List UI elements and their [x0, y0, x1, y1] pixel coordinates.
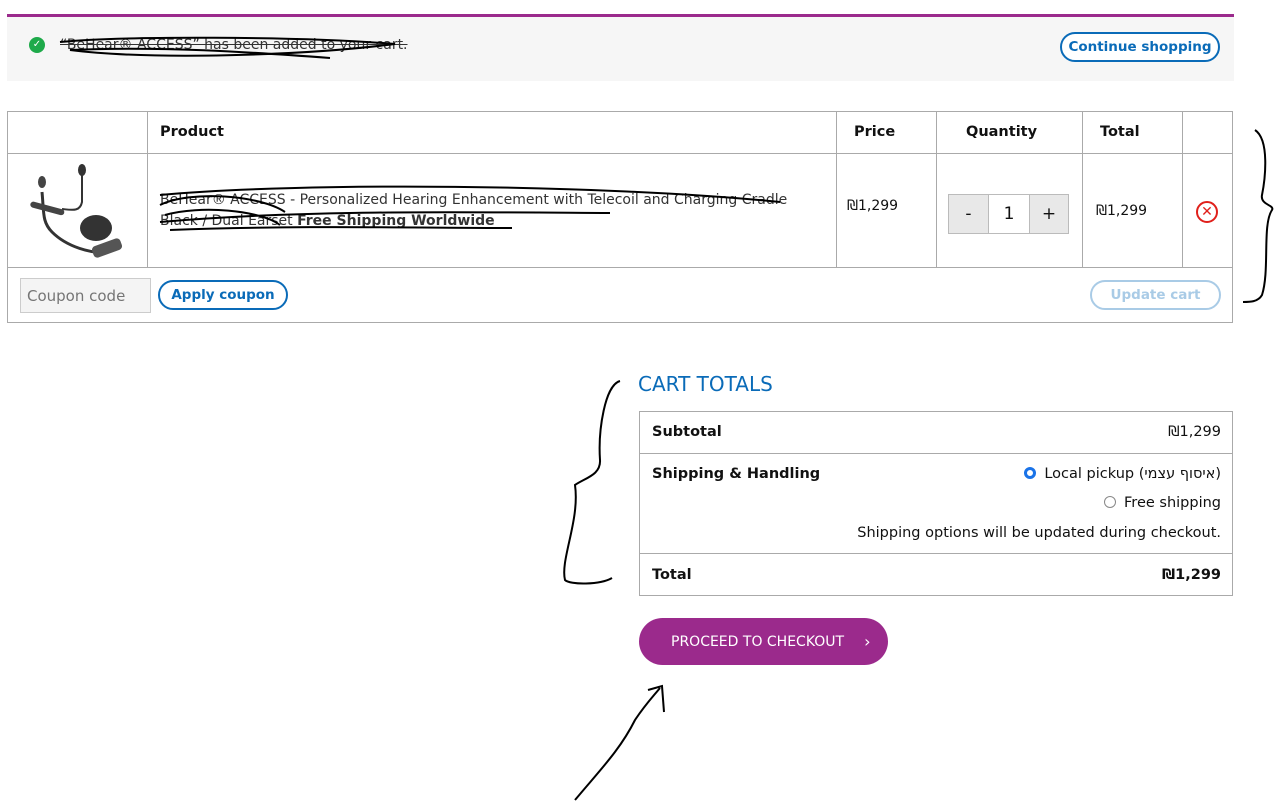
product-title: BeHear® ACCESS - Personalized Hearing En… [160, 192, 788, 208]
check-circle-icon: ✓ [29, 37, 45, 53]
subtotal-label: Subtotal [652, 424, 722, 440]
product-variant: Black / Dual Earset [160, 213, 293, 229]
quantity-stepper[interactable]: - 1 + [948, 194, 1069, 234]
increment-button[interactable]: + [1029, 195, 1068, 233]
shipping-option-free[interactable]: Free shipping [1104, 495, 1221, 511]
shipping-label: Shipping & Handling [652, 466, 821, 482]
item-total: ₪1,299 [1096, 203, 1148, 219]
cart-totals-heading: CART TOTALS [638, 372, 773, 396]
notice-message: “BeHear® ACCESS” has been added to your … [60, 37, 408, 53]
product-name[interactable]: BeHear® ACCESS - Personalized Hearing En… [160, 190, 800, 232]
shipping-note: Shipping options will be updated during … [857, 525, 1221, 541]
remove-item-icon[interactable]: ✕ [1196, 201, 1218, 223]
update-cart-button[interactable]: Update cart [1090, 280, 1221, 310]
cart-totals-table: Subtotal ₪1,299 Shipping & Handling Loca… [639, 411, 1233, 596]
cart-notice: ✓ “BeHear® ACCESS” has been added to you… [7, 14, 1234, 81]
total-label: Total [652, 567, 692, 583]
product-shipping-note: Free Shipping Worldwide [297, 213, 495, 229]
radio-icon[interactable] [1104, 496, 1117, 508]
cart-table: Product Price Quantity Total BeHear® ACC… [7, 111, 1233, 323]
subtotal-value: ₪1,299 [1168, 424, 1221, 440]
radio-selected-icon[interactable] [1024, 467, 1037, 479]
checkout-label: PROCEED TO CHECKOUT [671, 633, 845, 650]
chevron-right-icon: › [864, 632, 871, 651]
decrement-button[interactable]: - [949, 195, 989, 233]
header-quantity: Quantity [966, 124, 1038, 140]
proceed-to-checkout-button[interactable]: PROCEED TO CHECKOUT › [639, 618, 888, 665]
item-price: ₪1,299 [847, 198, 899, 214]
option-label: Local pickup (איסוף עצמי) [1044, 466, 1221, 482]
coupon-code-input[interactable] [20, 278, 151, 313]
option-label: Free shipping [1124, 495, 1221, 511]
continue-shopping-button[interactable]: Continue shopping [1060, 32, 1220, 62]
shipping-option-local-pickup[interactable]: Local pickup (איסוף עצמי) [1024, 466, 1221, 482]
product-thumbnail[interactable] [22, 162, 132, 258]
apply-coupon-button[interactable]: Apply coupon [158, 280, 288, 310]
header-product: Product [160, 124, 224, 140]
quantity-input[interactable]: 1 [989, 195, 1029, 233]
header-total: Total [1100, 124, 1140, 140]
header-price: Price [854, 124, 896, 140]
total-value: ₪1,299 [1162, 567, 1221, 583]
